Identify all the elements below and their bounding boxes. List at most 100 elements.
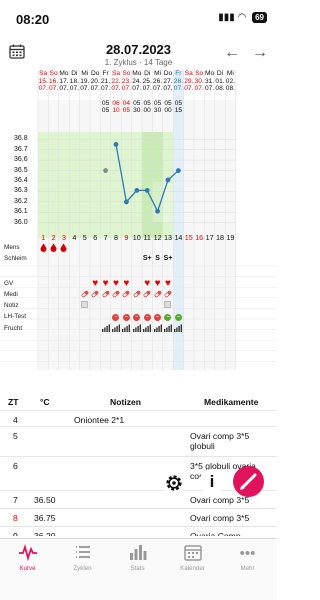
heart-icon: ♥ bbox=[123, 278, 130, 289]
day-header-wd: So bbox=[195, 70, 204, 77]
lh-test-icon: – bbox=[173, 312, 183, 322]
y-tick-label: 36.8 bbox=[14, 135, 28, 143]
row-zt: 4 bbox=[13, 415, 18, 425]
settings-button[interactable] bbox=[162, 471, 186, 495]
cycle-day-number: 14 bbox=[174, 233, 183, 242]
heart-icon: ♥ bbox=[154, 278, 161, 289]
tab-label: Zyklen bbox=[73, 565, 92, 572]
cycle-chart[interactable]: Sa 15. 07. So 16. 07. Mo 17. 07. Di 18. 07. Mi 19. 07.… bbox=[0, 70, 277, 370]
row-label-gv: GV bbox=[4, 280, 14, 287]
cycle-day-number: 8 bbox=[113, 233, 118, 242]
day-header-wd: Di bbox=[144, 70, 151, 77]
day-header: Fr 21. 07. 05 05 bbox=[100, 70, 110, 115]
time-hour: 04 bbox=[122, 99, 131, 107]
time-minute: 15 bbox=[174, 107, 183, 115]
row-label-notiz: Notiz bbox=[4, 302, 19, 309]
fertility-bars-icon bbox=[142, 324, 152, 336]
day-header: So 30. 07. bbox=[194, 70, 204, 100]
lh-test-icon: – bbox=[163, 312, 173, 322]
time-hour: 05 bbox=[153, 99, 162, 107]
day-header: Mi 02. 08. bbox=[225, 70, 235, 100]
day-header-wd: Do bbox=[90, 70, 100, 77]
day-header-m: 07. bbox=[111, 85, 121, 93]
entries-table: ZT °C Notizen Medikamente 4 Oniontee 2*1 5… bbox=[0, 390, 277, 536]
day-header-m: 07. bbox=[80, 85, 90, 93]
tab-kalender[interactable]: Kalender bbox=[165, 543, 220, 572]
info-button[interactable]: i bbox=[199, 469, 225, 495]
wifi-icon: ◠ bbox=[237, 12, 247, 23]
y-tick-label: 36.6 bbox=[14, 156, 28, 164]
fertility-bars-icon bbox=[132, 324, 142, 336]
cycle-day-number: 18 bbox=[215, 233, 224, 242]
signal-icon: ▮▮▮ bbox=[218, 12, 235, 23]
heart-icon: ♥ bbox=[113, 278, 119, 289]
time-minute: 30 bbox=[153, 107, 162, 115]
tab-zyklen[interactable]: Zyklen bbox=[55, 543, 110, 572]
time-minute: 00 bbox=[143, 107, 151, 115]
row-divider bbox=[0, 456, 277, 457]
fertility-bars-icon bbox=[173, 324, 183, 336]
day-header: Mo 17. 07. bbox=[59, 70, 69, 100]
day-header-wd: Mo bbox=[132, 70, 142, 77]
list-icon bbox=[55, 543, 110, 565]
day-header-d: 31. bbox=[205, 77, 215, 85]
row-temp: 36.50 bbox=[34, 495, 56, 505]
bar-chart-icon bbox=[110, 543, 165, 565]
time-hour: 06 bbox=[112, 99, 120, 107]
row-temp: 36.75 bbox=[34, 513, 56, 523]
temperature-point bbox=[113, 142, 119, 147]
col-notes: Notizen bbox=[110, 397, 142, 407]
day-header: Do 20. 07. bbox=[90, 70, 100, 100]
fertility-bars-icon bbox=[100, 324, 110, 336]
day-header-wd: Fr bbox=[175, 70, 182, 77]
tab-mehr[interactable]: ••• Mehr bbox=[220, 543, 275, 572]
day-header-wd: Mo bbox=[205, 70, 215, 77]
day-header-d: 19. bbox=[80, 77, 90, 85]
day-header-m: 07. bbox=[184, 85, 194, 93]
heart-icon: ♥ bbox=[165, 278, 171, 289]
tab-label: Mehr bbox=[240, 565, 255, 572]
day-header-m: 07. bbox=[132, 85, 142, 93]
day-header-wd: Sa bbox=[184, 70, 193, 77]
day-header-wd: Mo bbox=[59, 70, 69, 77]
tab-kurve[interactable]: Kurve bbox=[0, 543, 55, 572]
day-header-wd: Mi bbox=[154, 70, 162, 77]
edit-button[interactable] bbox=[233, 466, 264, 497]
day-header-m: 08. bbox=[215, 85, 225, 93]
row-label-medi: Medi bbox=[4, 291, 18, 298]
row-meds: Ovari comp 3*5 globuli bbox=[190, 431, 250, 451]
arrow-right-icon[interactable]: → bbox=[252, 44, 268, 62]
y-tick-label: 36.2 bbox=[14, 197, 28, 205]
arrow-left-icon[interactable]: ← bbox=[224, 44, 240, 62]
day-header-d: 20. bbox=[90, 77, 100, 85]
time-minute: 05 bbox=[122, 107, 131, 115]
lh-test-icon: – bbox=[142, 312, 152, 322]
schleim-mark: S+ bbox=[163, 255, 173, 262]
more-icon: ••• bbox=[239, 545, 256, 562]
day-header-m: 07. bbox=[205, 85, 215, 93]
col-meds: Medikamente bbox=[204, 397, 259, 407]
day-header-wd: Sa bbox=[39, 70, 48, 77]
day-header-d: 30. bbox=[194, 77, 204, 85]
battery-icon: 69 bbox=[252, 12, 267, 23]
mens-drop-icon bbox=[48, 243, 58, 256]
day-header-d: 17. bbox=[59, 77, 69, 85]
day-header: Mo 31. 07. bbox=[204, 70, 214, 100]
day-header: Di 25. 07. 05 00 bbox=[142, 70, 152, 115]
day-header-d: 25. bbox=[142, 77, 152, 85]
day-header-d: 27. bbox=[163, 77, 173, 85]
pill-icon bbox=[132, 290, 142, 302]
time-minute: 10 bbox=[112, 107, 120, 115]
day-header-wd: So bbox=[122, 70, 131, 77]
day-header-m: 07. bbox=[194, 85, 204, 93]
pill-icon bbox=[111, 290, 121, 302]
day-header-m: 07. bbox=[49, 85, 59, 93]
day-header-m: 07. bbox=[173, 85, 183, 93]
day-header-d: 21. bbox=[101, 77, 111, 85]
row-temp: 36.20 bbox=[34, 531, 56, 536]
fertility-bars-icon bbox=[111, 324, 121, 336]
tab-stats[interactable]: Stats bbox=[110, 543, 165, 572]
temperature-point bbox=[165, 177, 171, 183]
day-header: Di 01. 08. bbox=[215, 70, 225, 100]
day-header-d: 24. bbox=[132, 77, 142, 85]
